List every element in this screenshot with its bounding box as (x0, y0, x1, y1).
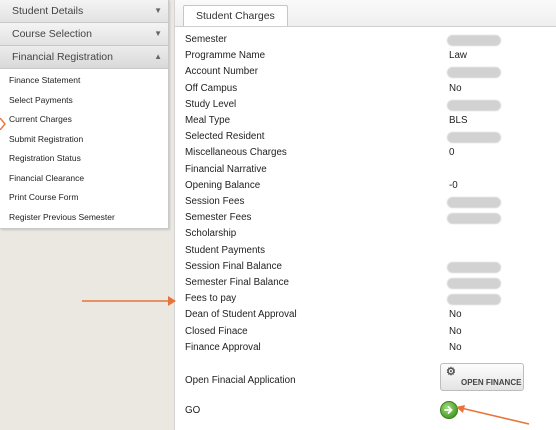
go-label: GO (185, 405, 201, 416)
redacted-value (447, 294, 501, 306)
row-finance-approval: Finance Approval No (185, 340, 556, 356)
annotation-arrow-go-button (456, 405, 530, 425)
field-value: No (449, 309, 462, 321)
field-label: Session Final Balance (185, 260, 282, 272)
field-label: Scholarship (185, 228, 237, 240)
redacted-value (447, 197, 501, 208)
field-label: Closed Finace (185, 325, 248, 337)
annotation-arrow-fees-to-pay (82, 296, 176, 306)
menu-item-financial-clearance[interactable]: Financial Clearance (0, 169, 168, 189)
open-finance-button-label: OPEN FINANCE (461, 378, 522, 387)
chevron-up-icon: ▲ (154, 52, 162, 61)
tab-student-charges[interactable]: Student Charges (183, 5, 288, 26)
field-label: Account Number (185, 66, 258, 78)
field-label: Miscellaneous Charges (185, 147, 287, 159)
field-label: Opening Balance (185, 179, 261, 191)
row-financial-narrative: Financial Narrative (185, 162, 556, 178)
row-student-payments: Student Payments (185, 243, 556, 259)
field-label: Selected Resident (185, 131, 265, 143)
field-value: Law (449, 50, 467, 62)
row-session-final-balance: Session Final Balance (185, 259, 556, 275)
tab-bar: Student Charges (175, 0, 556, 27)
field-value: BLS (449, 115, 468, 126)
field-label: Meal Type (185, 115, 231, 126)
row-semester-fees: Semester Fees (185, 210, 556, 226)
menu-item-submit-registration[interactable]: Submit Registration (0, 130, 168, 150)
row-selected-resident: Selected Resident (185, 129, 556, 145)
open-application-label: Open Finacial Application (185, 375, 296, 386)
row-fees-to-pay: Fees to pay (185, 291, 556, 307)
field-value: -0 (449, 179, 458, 191)
redacted-value (447, 99, 501, 111)
menu-item-select-payments[interactable]: Select Payments (0, 91, 168, 111)
menu-item-finance-statement[interactable]: Finance Statement (0, 71, 168, 91)
accordion-course-selection[interactable]: Course Selection ▼ (0, 23, 168, 46)
field-label: Study Level (185, 98, 237, 110)
accordion-financial-registration[interactable]: Financial Registration ▲ (0, 46, 168, 69)
row-account-number: Account Number (185, 64, 556, 80)
menu-item-print-course-form[interactable]: Print Course Form (0, 188, 168, 208)
field-label: Semester Final Balance (185, 277, 290, 288)
field-label: Off Campus (185, 82, 238, 94)
student-charges-panel: Student Charges Semester Programme Name La… (174, 0, 556, 430)
row-study-level: Study Level (185, 97, 556, 113)
accordion-student-details[interactable]: Student Details ▼ (0, 0, 168, 23)
row-miscellaneous-charges: Miscellaneous Charges 0 (185, 145, 556, 161)
row-meal-type: Meal Type BLS (185, 113, 556, 129)
accordion-label: Course Selection (12, 28, 92, 40)
redacted-value (447, 278, 501, 289)
row-semester: Semester (185, 32, 556, 48)
field-label: Financial Narrative (185, 163, 267, 175)
redacted-value (447, 67, 501, 79)
field-value: No (449, 325, 462, 337)
redacted-value (447, 261, 501, 273)
row-programme-name: Programme Name Law (185, 48, 556, 64)
field-label: Semester Fees (185, 212, 252, 224)
field-label: Semester (185, 34, 227, 45)
field-value: 0 (449, 147, 455, 159)
financial-registration-menu: Finance Statement Select Payments Curren… (0, 69, 168, 227)
field-label: Student Payments (185, 244, 266, 256)
field-label: Finance Approval (185, 341, 261, 353)
open-finance-button[interactable]: ⚙ OPEN FINANCE (440, 363, 524, 391)
annotation-arrow-left-edge (0, 118, 6, 130)
redacted-value (447, 213, 501, 225)
redacted-value (447, 132, 501, 144)
accordion-label: Financial Registration (12, 51, 113, 63)
row-off-campus: Off Campus No (185, 81, 556, 97)
row-closed-finace: Closed Finace No (185, 324, 556, 340)
chevron-down-icon: ▼ (154, 29, 162, 38)
accordion-label: Student Details (12, 5, 84, 17)
row-dean-of-student-approval: Dean of Student Approval No (185, 307, 556, 323)
field-label: Session Fees (185, 196, 245, 207)
field-label: Dean of Student Approval (185, 309, 297, 321)
gear-icon: ⚙ (446, 366, 456, 378)
chevron-down-icon: ▼ (154, 6, 162, 15)
row-session-fees: Session Fees (185, 194, 556, 210)
field-label: Programme Name (185, 50, 266, 62)
menu-item-register-previous-semester[interactable]: Register Previous Semester (0, 208, 168, 228)
left-sidebar: Student Details ▼ Course Selection ▼ Fin… (0, 0, 169, 229)
row-scholarship: Scholarship (185, 226, 556, 242)
field-label: Fees to pay (185, 293, 237, 305)
menu-item-registration-status[interactable]: Registration Status (0, 149, 168, 169)
redacted-value (447, 35, 501, 46)
row-opening-balance: Opening Balance -0 (185, 178, 556, 194)
menu-item-current-charges[interactable]: Current Charges (0, 110, 168, 130)
row-semester-final-balance: Semester Final Balance (185, 275, 556, 291)
field-value: No (449, 82, 462, 94)
field-value: No (449, 341, 462, 353)
